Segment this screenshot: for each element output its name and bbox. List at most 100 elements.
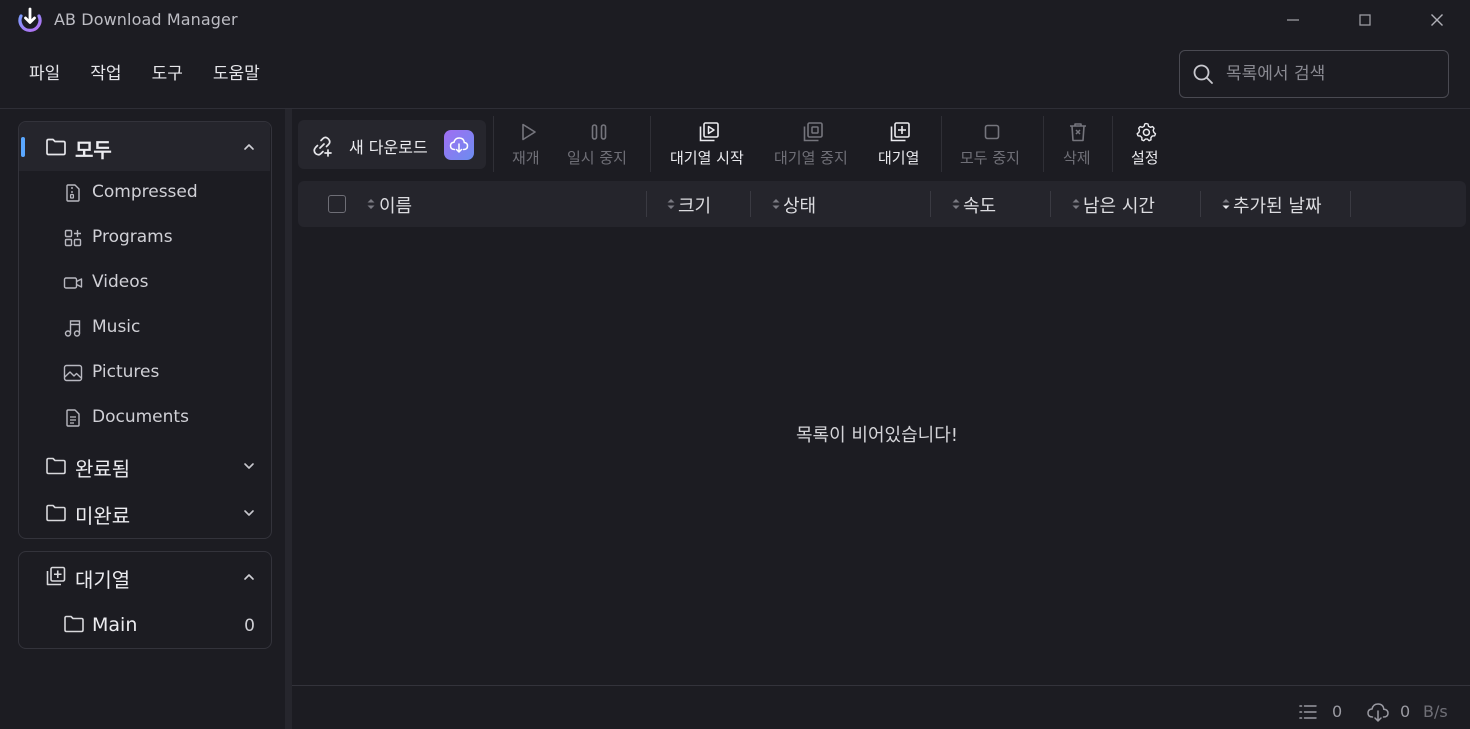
selected-indicator	[21, 137, 25, 157]
sidebar-item-documents[interactable]: Documents	[19, 396, 270, 441]
sidebar-item-label: Videos	[92, 272, 149, 292]
start-queue-button[interactable]: 대기열 시작	[668, 121, 750, 171]
document-icon	[63, 408, 83, 428]
category-finished-label: 완료됨	[75, 457, 131, 481]
column-speed-label: 속도	[963, 196, 997, 217]
stop-queue-button[interactable]: 대기열 중지	[773, 121, 855, 171]
delete-label: 삭제	[1063, 149, 1091, 167]
column-size[interactable]: 크기	[666, 181, 750, 227]
column-speed[interactable]: 속도	[951, 181, 1049, 227]
sidebar-item-label: Programs	[92, 227, 173, 247]
search-input[interactable]	[1226, 61, 1436, 87]
column-divider[interactable]	[930, 191, 931, 217]
category-unfinished-label: 미완료	[75, 504, 131, 528]
queue-add-icon	[889, 121, 911, 143]
video-camera-icon	[63, 273, 83, 293]
new-download-button[interactable]: 새 다운로드	[298, 120, 486, 169]
category-unfinished[interactable]: 미완료	[19, 489, 270, 536]
column-status[interactable]: 상태	[771, 181, 929, 227]
column-date-added[interactable]: 추가된 날짜	[1221, 181, 1349, 227]
queue-add-icon	[45, 565, 67, 587]
gear-icon	[1135, 121, 1157, 143]
toolbar-separator	[650, 116, 651, 172]
empty-list-message: 목록이 비어있습니다!	[796, 425, 958, 446]
search-box[interactable]	[1179, 50, 1449, 98]
apps-grid-icon	[63, 228, 83, 248]
app-logo-icon	[17, 7, 43, 33]
menu-tools[interactable]: 도구	[137, 58, 198, 92]
category-panel: 모두 Compressed Programs Videos Music Pict…	[18, 121, 272, 539]
stop-queue-label: 대기열 중지	[774, 149, 848, 167]
cloud-download-icon[interactable]	[444, 130, 474, 160]
stop-all-button[interactable]: 모두 중지	[959, 121, 1025, 171]
sidebar-resize-handle[interactable]	[285, 109, 292, 729]
table-header: 이름 크기 상태 속도 남은 시간 추가된 날짜	[298, 181, 1466, 227]
active-count: 0	[1332, 702, 1343, 721]
column-divider[interactable]	[750, 191, 751, 217]
sidebar-item-compressed[interactable]: Compressed	[19, 171, 270, 216]
music-note-icon	[63, 318, 83, 338]
column-date-added-label: 추가된 날짜	[1233, 196, 1322, 217]
resume-label: 재개	[512, 149, 540, 167]
delete-button[interactable]: 삭제	[1062, 121, 1096, 171]
queue-button[interactable]: 대기열	[877, 121, 925, 171]
menu-file[interactable]: 파일	[14, 58, 75, 92]
pause-button[interactable]: 일시 중지	[566, 121, 632, 171]
close-button[interactable]	[1425, 8, 1449, 32]
column-name[interactable]: 이름	[366, 181, 644, 227]
maximize-button[interactable]	[1353, 8, 1377, 32]
column-status-label: 상태	[783, 196, 817, 217]
minimize-button[interactable]	[1281, 8, 1305, 32]
column-divider[interactable]	[1350, 191, 1351, 217]
chevron-up-icon[interactable]	[242, 140, 256, 154]
menu-tasks[interactable]: 작업	[75, 58, 136, 92]
sidebar-item-pictures[interactable]: Pictures	[19, 351, 270, 396]
chevron-down-icon[interactable]	[242, 459, 256, 473]
sidebar-item-programs[interactable]: Programs	[19, 216, 270, 261]
image-icon	[63, 363, 83, 383]
link-add-icon	[310, 134, 334, 158]
play-icon	[517, 121, 539, 143]
column-time-left[interactable]: 남은 시간	[1071, 181, 1199, 227]
column-divider[interactable]	[1200, 191, 1201, 217]
queue-header[interactable]: 대기열	[19, 552, 270, 600]
status-bar: 0 0 B/s	[292, 686, 1470, 729]
folder-icon	[45, 455, 67, 477]
queue-item-label: Main	[92, 614, 138, 636]
queue-item-count: 0	[244, 616, 255, 636]
app-title: AB Download Manager	[54, 10, 238, 29]
queue-item-main[interactable]: Main	[19, 602, 270, 648]
menu-help[interactable]: 도움말	[198, 58, 275, 92]
folder-icon	[63, 613, 85, 635]
sort-icon	[1071, 197, 1081, 211]
file-zip-icon	[63, 183, 83, 203]
column-divider[interactable]	[646, 191, 647, 217]
sidebar-item-videos[interactable]: Videos	[19, 261, 270, 306]
pause-icon	[588, 121, 610, 143]
sidebar-item-label: Pictures	[92, 362, 160, 382]
resume-button[interactable]: 재개	[508, 121, 546, 171]
category-finished[interactable]: 완료됨	[19, 442, 270, 489]
header-divider	[0, 108, 1470, 109]
chevron-down-icon[interactable]	[242, 506, 256, 520]
title-bar: AB Download Manager	[0, 0, 1470, 40]
stop-all-label: 모두 중지	[960, 149, 1020, 167]
toolbar-separator	[1112, 116, 1113, 172]
queue-play-icon	[698, 121, 720, 143]
new-download-label: 새 다운로드	[349, 138, 428, 157]
toolbar-separator	[1043, 116, 1044, 172]
chevron-up-icon[interactable]	[242, 570, 256, 584]
column-name-label: 이름	[379, 196, 413, 217]
category-all[interactable]: 모두	[19, 122, 270, 171]
trash-icon	[1067, 121, 1089, 143]
select-all-checkbox[interactable]	[328, 195, 346, 213]
sidebar-item-music[interactable]: Music	[19, 306, 270, 351]
queue-stop-icon	[802, 121, 824, 143]
column-divider[interactable]	[1050, 191, 1051, 217]
toolbar-separator	[493, 116, 494, 172]
settings-label: 설정	[1131, 149, 1159, 167]
settings-button[interactable]: 설정	[1130, 121, 1164, 171]
pause-label: 일시 중지	[567, 149, 627, 167]
folder-icon	[45, 136, 67, 158]
sort-icon	[771, 197, 781, 211]
